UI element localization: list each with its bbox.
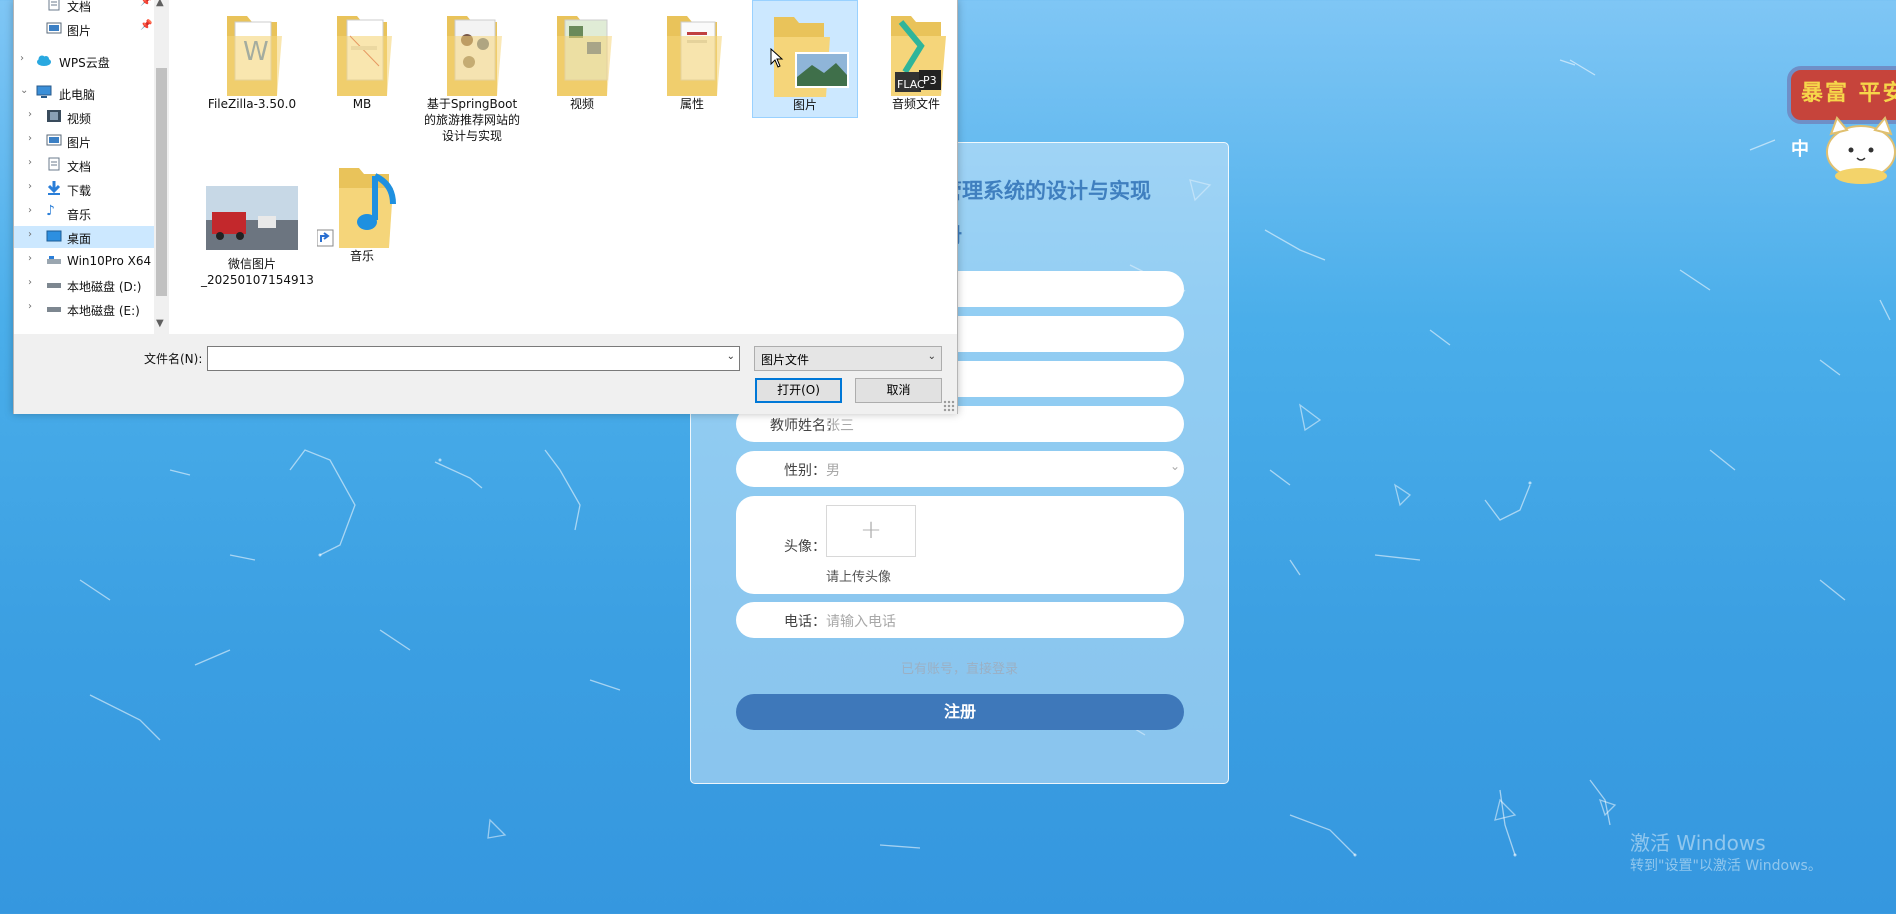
video-icon — [46, 109, 62, 123]
scrollbar-thumb[interactable] — [156, 68, 167, 296]
nav-item-desktop[interactable]: › 桌面 — [14, 226, 154, 248]
scroll-up-icon[interactable]: ▲ — [156, 0, 164, 8]
cloud-icon — [36, 53, 52, 67]
nav-item-pictures[interactable]: › 图片 — [14, 130, 154, 152]
plus-icon: + — [860, 515, 882, 545]
nav-item-drive-d[interactable]: › 本地磁盘 (D:) — [14, 274, 154, 296]
chevron-right-icon: › — [28, 157, 32, 168]
input-language-indicator: 中 — [1791, 139, 1809, 160]
activation-watermark-title: 激活 Windows — [1630, 831, 1766, 855]
chevron-right-icon: › — [28, 205, 32, 216]
register-button[interactable]: 注册 — [736, 694, 1184, 730]
chevron-right-icon: › — [28, 181, 32, 192]
drive-icon — [46, 253, 62, 267]
nav-item-system-drive[interactable]: › Win10Pro X64 — [14, 250, 154, 272]
file-item-pictures-folder[interactable]: 图片 — [752, 0, 858, 118]
nav-item-documents-pinned[interactable]: 文档 📌 — [14, 0, 154, 16]
image-thumbnail — [206, 186, 298, 250]
nav-item-downloads[interactable]: › 下载 — [14, 178, 154, 200]
chevron-right-icon: › — [28, 229, 32, 240]
document-icon — [46, 157, 62, 171]
pin-icon: 📌 — [140, 20, 153, 31]
drive-icon — [46, 301, 62, 315]
nav-item-pictures-pinned[interactable]: 图片 📌 — [14, 18, 154, 40]
download-icon — [46, 181, 62, 195]
svg-text:P3: P3 — [923, 74, 937, 87]
mouse-cursor-icon — [770, 48, 784, 68]
pictures-icon — [46, 133, 62, 147]
pin-icon: 📌 — [140, 0, 153, 7]
avatar-field: 头像： + 请上传头像 — [736, 496, 1184, 594]
nav-item-video[interactable]: › 视频 — [14, 106, 154, 128]
file-item-mb[interactable]: MB — [309, 0, 415, 116]
chevron-right-icon: › — [28, 277, 32, 288]
folder-icon — [317, 6, 407, 96]
file-item-properties-folder[interactable]: 属性 — [639, 0, 745, 116]
chevron-down-icon: ⌄ — [1169, 459, 1180, 473]
phone-field[interactable]: 电话： 请输入电话 — [736, 602, 1184, 638]
decorative-badge: 暴富 平安 中 — [1787, 62, 1896, 184]
cancel-button[interactable]: 取消 — [855, 378, 942, 403]
chevron-down-icon: ⌄ — [20, 85, 29, 96]
folder-icon — [647, 6, 737, 96]
folder-icon: FLAC P3 — [871, 6, 961, 96]
activation-watermark-hint: 转到"设置"以激活 Windows。 — [1630, 858, 1822, 874]
chevron-down-icon[interactable]: ⌄ — [727, 351, 735, 362]
chevron-right-icon: › — [28, 109, 32, 120]
open-button[interactable]: 打开(O) — [755, 378, 842, 403]
filename-input[interactable]: ⌄ — [207, 346, 740, 371]
filename-label: 文件名(N): — [144, 352, 203, 366]
computer-icon — [36, 85, 52, 99]
navigation-scrollbar[interactable]: ▲ ▼ — [154, 0, 169, 334]
chevron-right-icon: › — [28, 301, 32, 312]
file-open-dialog: 文档 📌 图片 📌 › WPS云盘 ⌄ 此电脑 › 视频 › 图片 › 文档 ›… — [13, 0, 958, 414]
resize-grip[interactable] — [943, 400, 955, 412]
chevron-right-icon: › — [20, 53, 24, 64]
nav-item-music[interactable]: › ♪ 音乐 — [14, 202, 154, 224]
chevron-down-icon: ⌄ — [927, 351, 936, 362]
file-item-video-folder[interactable]: 视频 — [529, 0, 635, 116]
gender-select[interactable]: 性别： 男 ⌄ — [736, 451, 1184, 487]
cat-mascot-icon — [1826, 116, 1896, 184]
dialog-bottom-bar: 文件名(N): ⌄ 图片文件 ⌄ 打开(O) 取消 — [14, 334, 957, 414]
teacher-name-value: 张三 — [826, 418, 854, 434]
folder-icon: W — [207, 6, 297, 96]
file-item-music-shortcut[interactable]: 音乐 — [309, 152, 415, 268]
scroll-down-icon[interactable]: ▼ — [156, 318, 164, 329]
chevron-right-icon: › — [28, 133, 32, 144]
gender-value: 男 — [826, 463, 840, 479]
file-item-audio-folder[interactable]: FLAC P3 音频文件 — [863, 0, 969, 116]
folder-icon — [427, 6, 517, 96]
desktop-icon — [46, 229, 62, 243]
login-link[interactable]: 已有账号，直接登录 — [691, 658, 1228, 677]
page-title: 管理系统的设计与实现 — [941, 179, 1151, 203]
phone-placeholder: 请输入电话 — [826, 614, 896, 630]
navigation-pane: 文档 📌 图片 📌 › WPS云盘 ⌄ 此电脑 › 视频 › 图片 › 文档 ›… — [14, 0, 154, 334]
nav-item-this-pc[interactable]: ⌄ 此电脑 — [14, 82, 154, 104]
file-list: W FileZilla-3.50.0 MB 基于SpringBoot的旅游推荐网… — [169, 0, 957, 334]
avatar-upload-hint: 请上传头像 — [826, 570, 892, 585]
svg-text:FLAC: FLAC — [897, 78, 925, 91]
music-icon: ♪ — [46, 203, 55, 219]
folder-icon — [537, 6, 627, 96]
drive-icon — [46, 277, 62, 291]
file-type-select[interactable]: 图片文件 ⌄ — [754, 346, 942, 371]
chevron-right-icon: › — [28, 253, 32, 264]
file-item-springboot-project[interactable]: 基于SpringBoot的旅游推荐网站的设计与实现 — [419, 0, 525, 148]
nav-item-documents[interactable]: › 文档 — [14, 154, 154, 176]
file-item-wechat-image[interactable]: 微信图片_20250107154913 — [199, 180, 314, 292]
nav-item-drive-e[interactable]: › 本地磁盘 (E:) — [14, 298, 154, 320]
document-icon — [46, 0, 62, 11]
avatar-upload-button[interactable]: + — [826, 505, 916, 557]
nav-item-wps-cloud[interactable]: › WPS云盘 — [14, 50, 154, 72]
file-item-filezilla[interactable]: W FileZilla-3.50.0 — [199, 0, 305, 116]
folder-icon — [316, 158, 407, 248]
pictures-icon — [46, 21, 62, 35]
